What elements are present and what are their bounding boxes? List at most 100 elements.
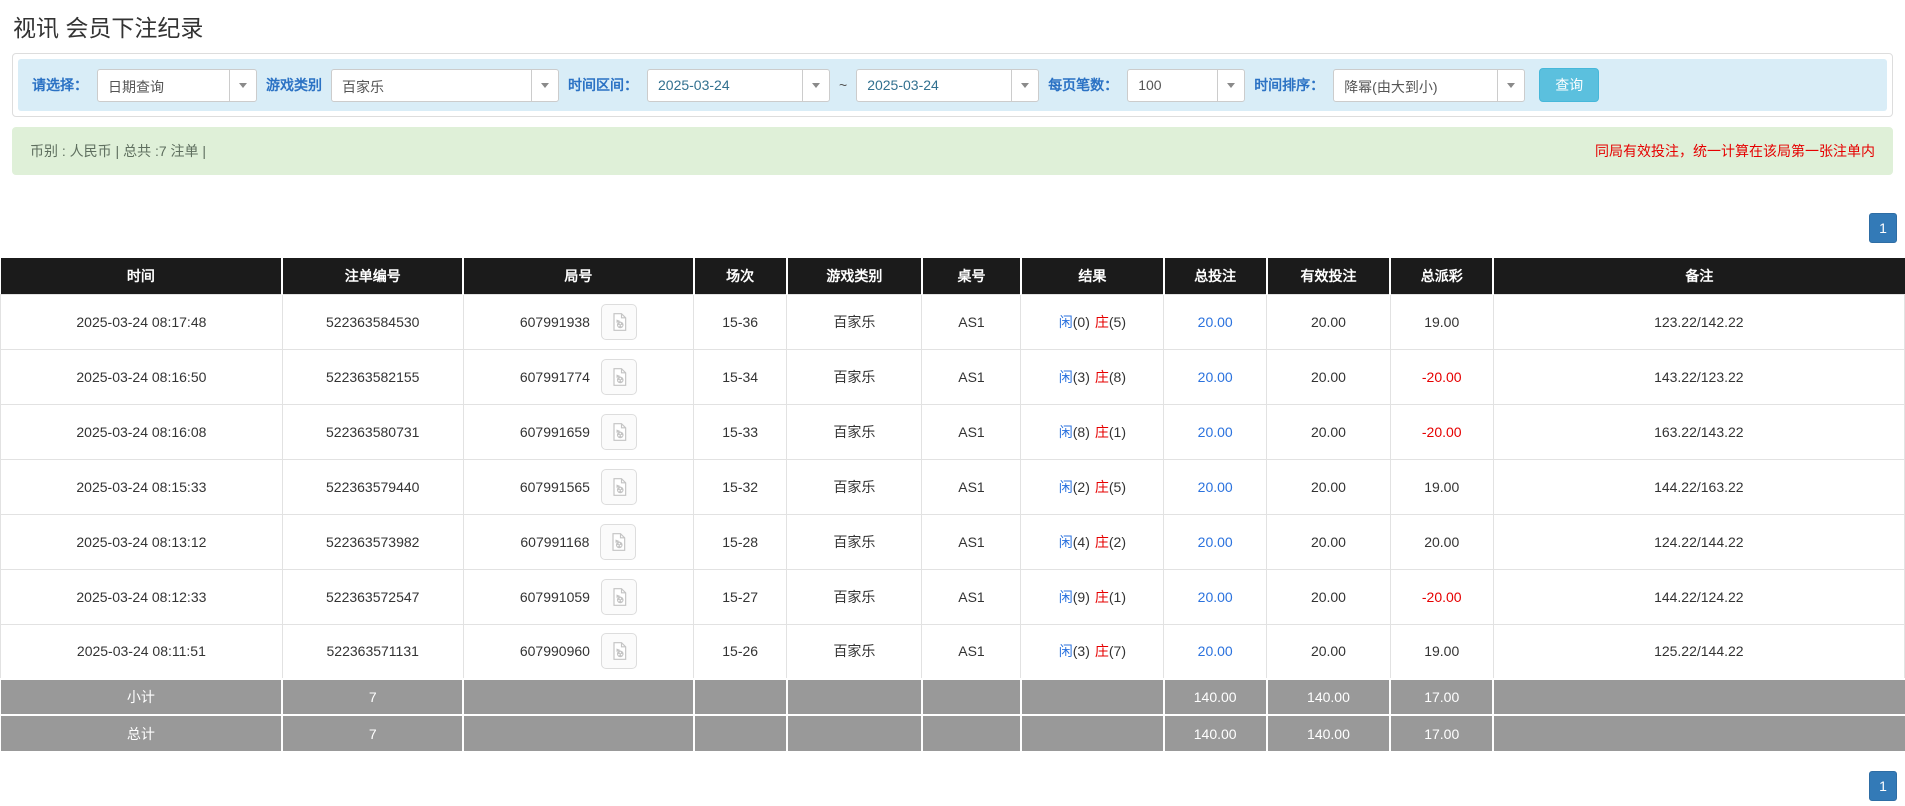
table-row: 2025-03-24 08:15:33 522363579440 6079915… (0, 458, 1905, 515)
video-replay-button[interactable] (600, 578, 637, 615)
subtotal-payout: 17.00 (1390, 678, 1495, 715)
cell-total-bet[interactable]: 20.00 (1163, 513, 1268, 570)
filter-bar: 请选择： 日期查询 游戏类别 百家乐 时间区间： 2025-03-24 ~ 20… (18, 59, 1887, 111)
cell-total-bet[interactable]: 20.00 (1163, 403, 1268, 460)
video-file-icon (613, 477, 627, 496)
cell-round-id: 607990960 (462, 623, 695, 680)
valid-bet-notice: 同局有效投注，统一计算在该局第一张注单内 (1595, 143, 1875, 159)
cell-time: 2025-03-24 08:11:51 (0, 623, 283, 680)
cell-valid-bet: 20.00 (1266, 513, 1391, 570)
banker-score: (2) (1108, 533, 1126, 550)
game-type-value: 百家乐 (342, 78, 384, 95)
video-replay-button[interactable] (600, 633, 637, 670)
player-score: (0) (1072, 313, 1090, 330)
cell-session: 15-32 (693, 458, 788, 515)
header-table-no: 桌号 (921, 258, 1022, 294)
date-to-select[interactable]: 2025-03-24 (856, 68, 1040, 102)
header-session: 场次 (693, 258, 788, 294)
video-replay-button[interactable] (600, 468, 637, 505)
cell-game-type: 百家乐 (786, 623, 923, 680)
video-replay-button[interactable] (600, 358, 637, 395)
time-sort-select[interactable]: 降幂(由大到小) (1333, 68, 1526, 102)
banker-result: 庄 (1094, 588, 1109, 605)
time-sort-value: 降幂(由大到小) (1344, 78, 1438, 95)
cell-valid-bet: 20.00 (1266, 403, 1391, 460)
cell-time: 2025-03-24 08:13:12 (0, 513, 283, 570)
cell-bet-id: 522363579440 (281, 458, 464, 515)
cell-payout: 19.00 (1389, 458, 1494, 515)
total-label: 总计 (0, 714, 284, 751)
cell-total-bet[interactable]: 20.00 (1163, 568, 1268, 625)
table-row: 2025-03-24 08:16:08 522363580731 6079916… (0, 403, 1905, 460)
cell-table-no: AS1 (921, 513, 1022, 570)
time-range-label: 时间区间： (568, 77, 638, 93)
banker-score: (5) (1108, 313, 1126, 330)
video-file-icon (613, 312, 627, 331)
cell-remark: 143.22/123.22 (1492, 348, 1905, 405)
cell-table-no: AS1 (921, 623, 1022, 680)
cell-bet-id: 522363571131 (281, 623, 464, 680)
subtotal-valid-bet: 140.00 (1266, 678, 1392, 715)
page-1-button-top[interactable]: 1 (1869, 213, 1897, 243)
cell-total-bet[interactable]: 20.00 (1163, 458, 1268, 515)
cell-total-bet[interactable]: 20.00 (1163, 293, 1268, 350)
date-from-select[interactable]: 2025-03-24 (647, 68, 830, 102)
cell-bet-id: 522363580731 (281, 403, 464, 460)
video-file-icon (612, 532, 626, 551)
video-file-icon (613, 422, 627, 441)
cell-result: 闲(2) 庄(5) (1020, 458, 1165, 515)
cell-session: 15-26 (693, 623, 788, 680)
header-game-type: 游戏类别 (786, 258, 923, 294)
cell-session: 15-28 (693, 513, 788, 570)
video-file-icon (613, 642, 627, 661)
cell-round-id: 607991659 (462, 403, 695, 460)
banker-score: (7) (1108, 643, 1126, 660)
cell-time: 2025-03-24 08:16:50 (0, 348, 283, 405)
filter-panel: 请选择： 日期查询 游戏类别 百家乐 时间区间： 2025-03-24 ~ 20… (12, 53, 1893, 117)
cell-total-bet[interactable]: 20.00 (1163, 348, 1268, 405)
header-payout: 总派彩 (1390, 258, 1495, 294)
banker-result: 庄 (1094, 478, 1109, 495)
total-total-bet: 140.00 (1163, 714, 1268, 751)
game-type-select[interactable]: 百家乐 (331, 68, 559, 102)
cell-bet-id: 522363584530 (281, 293, 464, 350)
cell-payout: -20.00 (1389, 568, 1494, 625)
banker-score: (8) (1108, 368, 1126, 385)
video-replay-button[interactable] (600, 303, 637, 340)
player-result: 闲 (1058, 478, 1073, 495)
cell-table-no: AS1 (921, 568, 1022, 625)
page-size-select[interactable]: 100 (1127, 68, 1246, 102)
table-row: 2025-03-24 08:13:12 522363573982 6079911… (0, 513, 1905, 570)
query-mode-value: 日期查询 (108, 78, 164, 95)
page-size-value: 100 (1138, 76, 1162, 93)
cell-result: 闲(8) 庄(1) (1020, 403, 1165, 460)
cell-game-type: 百家乐 (786, 458, 923, 515)
cell-game-type: 百家乐 (786, 403, 923, 460)
chevron-down-icon (1497, 69, 1524, 101)
cell-remark: 144.22/124.22 (1492, 568, 1905, 625)
cell-total-bet[interactable]: 20.00 (1163, 623, 1268, 680)
total-payout: 17.00 (1390, 714, 1495, 751)
subtotal-count: 7 (282, 678, 465, 715)
query-button[interactable]: 查询 (1539, 68, 1600, 102)
query-mode-select[interactable]: 日期查询 (97, 68, 257, 102)
header-round-id: 局号 (463, 258, 695, 294)
table-row: 2025-03-24 08:12:33 522363572547 6079910… (0, 568, 1905, 625)
total-count: 7 (282, 714, 465, 751)
cell-round-id: 607991938 (462, 293, 695, 350)
chevron-down-icon (1011, 69, 1038, 101)
player-score: (2) (1072, 478, 1090, 495)
video-replay-button[interactable] (600, 413, 637, 450)
banker-result: 庄 (1094, 423, 1109, 440)
video-file-icon (613, 367, 627, 386)
cell-time: 2025-03-24 08:12:33 (0, 568, 283, 625)
table-row: 2025-03-24 08:16:50 522363582155 6079917… (0, 348, 1905, 405)
player-result: 闲 (1058, 588, 1073, 605)
date-from-value: 2025-03-24 (658, 76, 730, 93)
cell-remark: 124.22/144.22 (1492, 513, 1905, 570)
cell-game-type: 百家乐 (786, 348, 923, 405)
cell-table-no: AS1 (921, 348, 1022, 405)
pagination-top: 1 (8, 213, 1897, 243)
video-replay-button[interactable] (600, 523, 637, 560)
cell-payout: 19.00 (1389, 623, 1494, 680)
